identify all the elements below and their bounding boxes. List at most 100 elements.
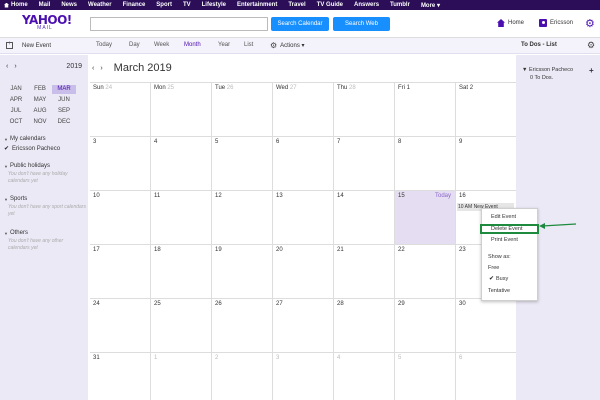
calendar-day-cell[interactable]: 6 bbox=[273, 137, 334, 191]
calendar-day-cell[interactable]: 2 bbox=[212, 353, 273, 400]
calendar-day-cell[interactable]: 18 bbox=[151, 245, 212, 299]
search-calendar-button[interactable]: Search Calendar bbox=[271, 17, 329, 31]
calendar-day-cell[interactable]: 4 bbox=[334, 353, 395, 400]
menu-delete-event[interactable]: Delete Event bbox=[480, 224, 539, 234]
calendar-day-cell[interactable]: 11 bbox=[151, 191, 212, 245]
menu-edit-event[interactable]: Edit Event bbox=[482, 214, 537, 220]
top-nav-item[interactable]: TV bbox=[183, 2, 191, 8]
view-tab-today[interactable]: Today bbox=[96, 42, 112, 48]
calendar-day-cell[interactable]: Sun 24 bbox=[90, 83, 151, 137]
mini-month-apr[interactable]: APR bbox=[4, 96, 28, 105]
calendar-day-cell[interactable]: 26 bbox=[212, 299, 273, 353]
calendar-day-cell[interactable]: 8 bbox=[395, 137, 456, 191]
user-menu[interactable]: Ericsson bbox=[539, 19, 573, 27]
mini-month-aug[interactable]: AUG bbox=[28, 107, 52, 116]
calendar-day-cell[interactable]: 10 bbox=[90, 191, 151, 245]
top-nav-item[interactable]: Weather bbox=[88, 2, 112, 8]
mini-month-may[interactable]: MAY bbox=[28, 96, 52, 105]
yahoo-mail-logo[interactable]: YAHOO! MAIL bbox=[22, 14, 72, 31]
top-nav-item[interactable]: Mail bbox=[39, 2, 51, 8]
menu-show-as-free[interactable]: Free bbox=[482, 265, 537, 271]
home-link[interactable]: Home bbox=[497, 19, 524, 27]
new-event-button[interactable]: New Event bbox=[6, 41, 51, 49]
search-input[interactable] bbox=[90, 17, 268, 31]
calendar-day-cell[interactable]: Thu 28 bbox=[334, 83, 395, 137]
calendar-day-cell[interactable]: 21 bbox=[334, 245, 395, 299]
top-nav-item[interactable]: Lifestyle bbox=[202, 2, 226, 8]
top-nav-item[interactable]: Tumblr bbox=[390, 2, 410, 8]
search-web-button[interactable]: Search Web bbox=[333, 17, 390, 31]
top-nav-item[interactable]: More ▾ bbox=[421, 2, 440, 9]
calendar-day-cell[interactable]: 3 bbox=[90, 137, 151, 191]
top-nav-item[interactable]: Answers bbox=[354, 2, 379, 8]
calendar-day-cell[interactable]: Fri 1 bbox=[395, 83, 456, 137]
top-nav-item[interactable]: Sport bbox=[156, 2, 172, 8]
mini-month-jan[interactable]: JAN bbox=[4, 85, 28, 94]
top-nav-item[interactable]: Entertainment bbox=[237, 2, 277, 8]
calendar-day-cell[interactable]: Tue 26 bbox=[212, 83, 273, 137]
mini-month-sep[interactable]: SEP bbox=[52, 107, 76, 116]
calendar-day-cell[interactable]: 5 bbox=[395, 353, 456, 400]
others-header[interactable]: ▼ Others bbox=[4, 230, 86, 236]
calendar-day-cell[interactable]: 6 bbox=[456, 353, 517, 400]
weekday-name: Sun bbox=[93, 85, 104, 91]
top-nav-item[interactable]: Home bbox=[4, 2, 28, 8]
calendar-day-cell[interactable]: 12 bbox=[212, 191, 273, 245]
view-tab-week[interactable]: Week bbox=[154, 42, 169, 48]
public-holidays-header[interactable]: ▼ Public holidays bbox=[4, 163, 86, 169]
todos-title: To Dos - List bbox=[521, 42, 557, 48]
settings-gear-icon[interactable]: ⚙ bbox=[585, 17, 595, 30]
calendar-day-cell[interactable]: 20 bbox=[273, 245, 334, 299]
calendar-item-ericsson[interactable]: ✔ Ericsson Pacheco bbox=[4, 145, 86, 153]
calendar-day-cell[interactable]: 1 bbox=[151, 353, 212, 400]
calendar-day-cell[interactable]: 17 bbox=[90, 245, 151, 299]
calendar-day-cell[interactable]: 4 bbox=[151, 137, 212, 191]
my-calendars-header[interactable]: ▼ My calendars bbox=[4, 136, 86, 142]
mini-month-dec[interactable]: DEC bbox=[52, 118, 76, 127]
top-nav-item[interactable]: TV Guide bbox=[317, 2, 343, 8]
top-nav-item[interactable]: Travel bbox=[288, 2, 305, 8]
top-nav-item[interactable]: News bbox=[61, 2, 77, 8]
calendar-day-cell[interactable]: 5 bbox=[212, 137, 273, 191]
add-todo-plus-icon[interactable]: + bbox=[589, 66, 594, 75]
mini-month-feb[interactable]: FEB bbox=[28, 85, 52, 94]
calendar-day-cell[interactable]: 15 Today bbox=[395, 191, 456, 245]
calendar-day-cell[interactable]: 24 bbox=[90, 299, 151, 353]
month-prev-next-arrows-icon[interactable]: ‹› bbox=[92, 65, 109, 72]
mini-month-mar[interactable]: MAR bbox=[52, 85, 76, 94]
calendar-day-cell[interactable]: Mon 25 bbox=[151, 83, 212, 137]
mini-month-oct[interactable]: OCT bbox=[4, 118, 28, 127]
view-tab-year[interactable]: Year bbox=[218, 42, 230, 48]
calendar-day-cell[interactable]: 29 bbox=[395, 299, 456, 353]
todos-gear-icon[interactable]: ⚙ bbox=[587, 40, 595, 51]
calendar-day-cell[interactable]: 3 bbox=[273, 353, 334, 400]
view-tab-list[interactable]: List bbox=[244, 42, 253, 48]
menu-show-as-busy[interactable]: Busy bbox=[482, 276, 537, 282]
calendar-day-cell[interactable]: 19 bbox=[212, 245, 273, 299]
top-nav-item[interactable]: Finance bbox=[123, 2, 146, 8]
calendar-day-cell[interactable]: Wed 27 bbox=[273, 83, 334, 137]
view-tab-month[interactable]: Month bbox=[184, 42, 201, 48]
calendar-day-cell[interactable]: 30 bbox=[456, 299, 517, 353]
menu-print-event[interactable]: Print Event bbox=[482, 237, 537, 243]
mini-month-jun[interactable]: JUN bbox=[52, 96, 76, 105]
calendar-day-cell[interactable]: 27 bbox=[273, 299, 334, 353]
mini-month-nov[interactable]: NOV bbox=[28, 118, 52, 127]
sports-header[interactable]: ▼ Sports bbox=[4, 196, 86, 202]
weekday-name: Wed bbox=[276, 85, 289, 91]
calendar-day-cell[interactable]: 7 bbox=[334, 137, 395, 191]
menu-show-as-tentative[interactable]: Tentative bbox=[482, 288, 537, 294]
calendar-day-cell[interactable]: 28 bbox=[334, 299, 395, 353]
mini-prev-next-arrows-icon[interactable]: ‹› bbox=[6, 63, 23, 70]
mini-month-jul[interactable]: JUL bbox=[4, 107, 28, 116]
calendar-day-cell[interactable]: 25 bbox=[151, 299, 212, 353]
calendar-day-cell[interactable]: Sat 2 bbox=[456, 83, 517, 137]
actions-menu-button[interactable]: ⚙ Actions ▾ bbox=[270, 41, 305, 50]
calendar-day-cell[interactable]: 9 bbox=[456, 137, 517, 191]
calendar-day-cell[interactable]: 31 bbox=[90, 353, 151, 400]
todos-user[interactable]: ▼ Ericsson Pacheco bbox=[522, 67, 573, 73]
calendar-day-cell[interactable]: 14 bbox=[334, 191, 395, 245]
calendar-day-cell[interactable]: 22 bbox=[395, 245, 456, 299]
view-tab-day[interactable]: Day bbox=[129, 42, 140, 48]
calendar-day-cell[interactable]: 13 bbox=[273, 191, 334, 245]
